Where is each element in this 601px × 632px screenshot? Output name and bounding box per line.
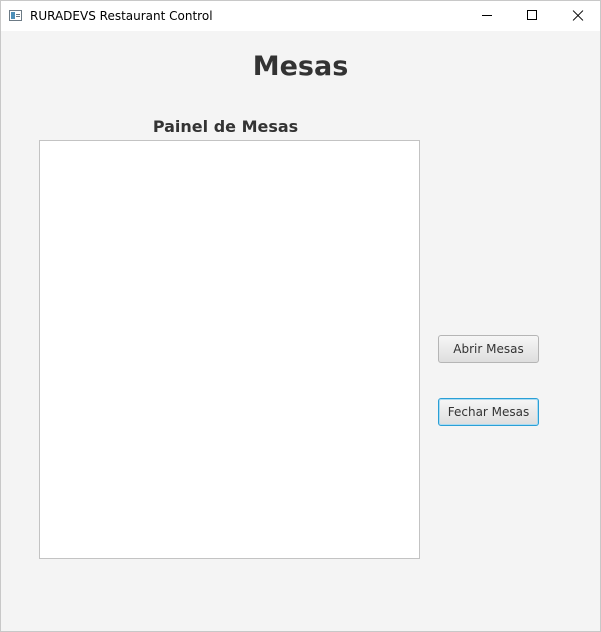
tables-panel-label: Painel de Mesas <box>152 117 299 136</box>
title-bar[interactable]: RURADEVS Restaurant Control <box>1 1 600 31</box>
close-icon <box>572 10 584 22</box>
open-tables-button[interactable]: Abrir Mesas <box>438 335 539 363</box>
minimize-button[interactable] <box>464 1 510 31</box>
app-window: RURADEVS Restaurant Control Mesas Painel… <box>0 0 601 632</box>
close-window-button[interactable] <box>555 1 600 31</box>
app-window-icon <box>9 10 22 21</box>
window-title: RURADEVS Restaurant Control <box>30 9 213 23</box>
maximize-button[interactable] <box>510 1 556 31</box>
close-tables-button[interactable]: Fechar Mesas <box>438 398 539 426</box>
maximize-icon <box>527 10 537 20</box>
tables-panel[interactable] <box>39 140 420 559</box>
page-title: Mesas <box>252 51 349 82</box>
minimize-icon <box>482 15 492 16</box>
